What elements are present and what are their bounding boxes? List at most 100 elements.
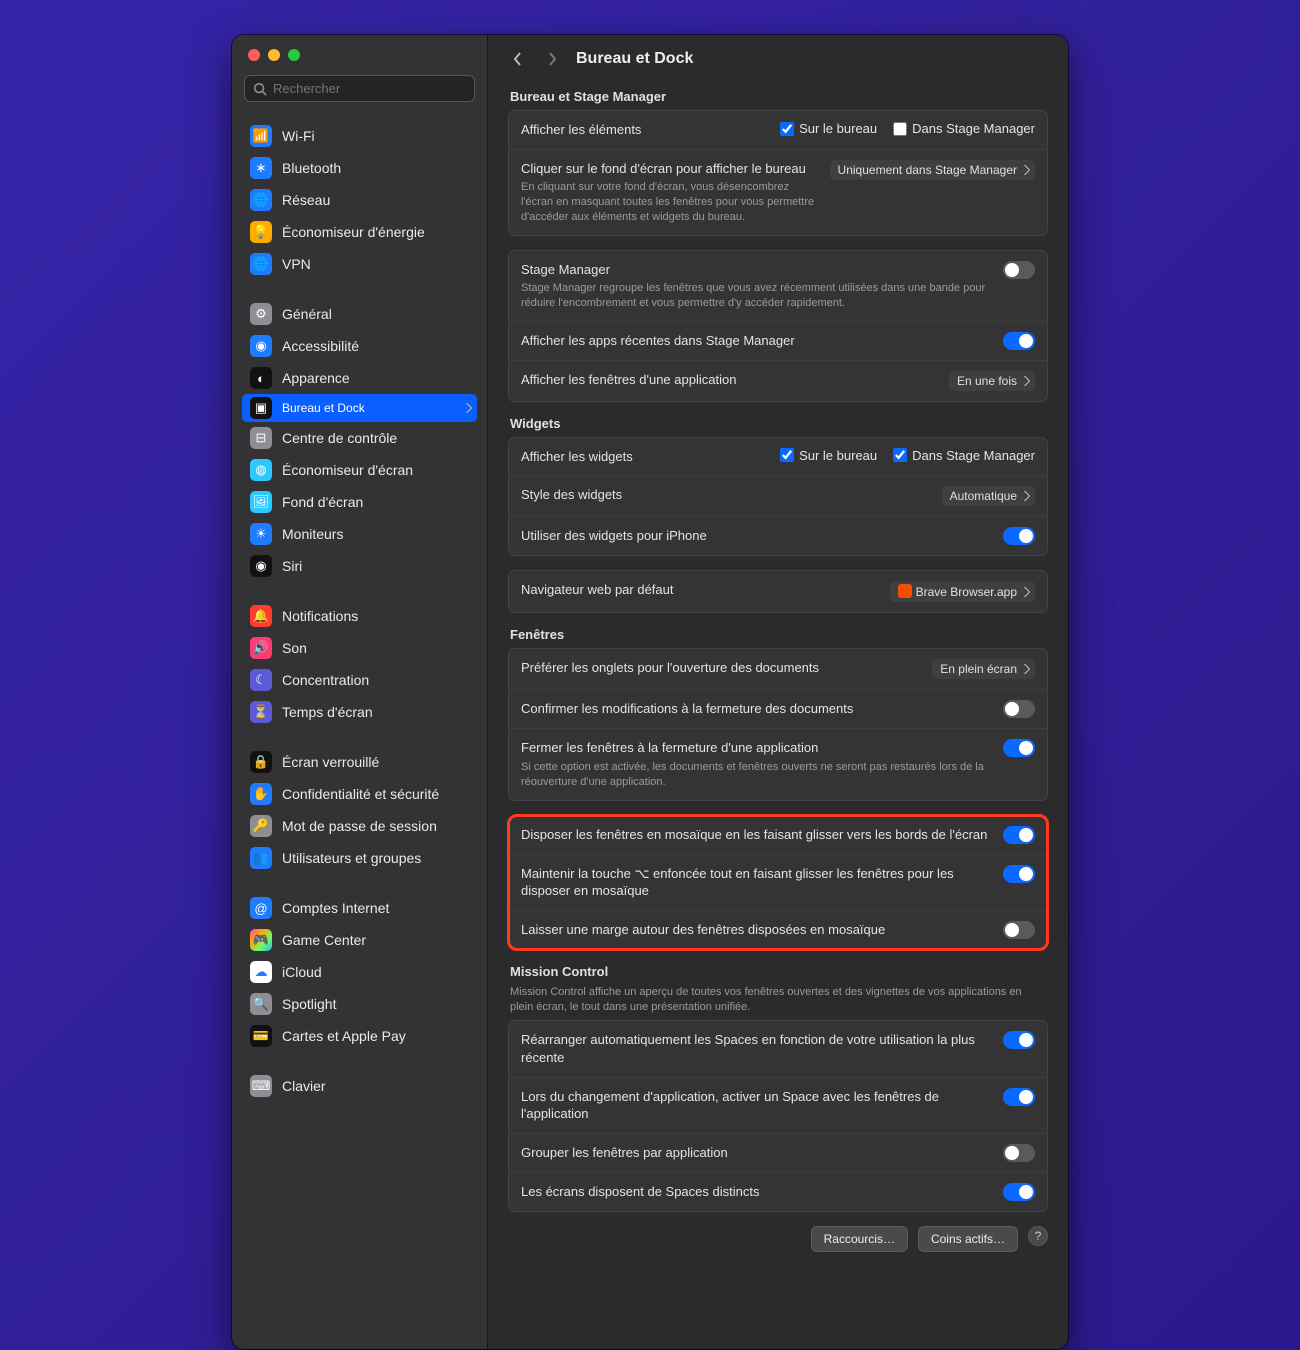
sidebar-item-cc[interactable]: ⊟ Centre de contrôle [242,422,477,454]
net-icon: 🌐 [250,189,272,211]
checkbox-widgets-stage-manager[interactable]: Dans Stage Manager [893,448,1035,463]
toggle-close-windows[interactable] [1003,739,1035,757]
sidebar-item-cloud[interactable]: ☁ iCloud [242,956,477,988]
sidebar-item-siri[interactable]: ◉ Siri [242,550,477,582]
sidebar-item-label: Accessibilité [282,338,359,354]
sidebar-item-time[interactable]: ⏳Temps d'écran [242,696,477,728]
sidebar-item-vpn[interactable]: 🌐 VPN [242,248,477,280]
cc-icon: ⊟ [250,427,272,449]
toggle-mc-rearrange[interactable] [1003,1031,1035,1049]
sidebar-item-users[interactable]: 👥Utilisateurs et groupes [242,842,477,874]
bt-icon: ∗ [250,157,272,179]
sidebar-item-appear[interactable]: ◐Apparence [242,362,477,394]
sidebar-item-label: Wi-Fi [282,128,315,144]
shortcuts-button[interactable]: Raccourcis… [811,1226,908,1252]
card-tiling-highlighted: Disposer les fenêtres en mosaïque en les… [508,815,1048,950]
sidebar-item-label: Centre de contrôle [282,430,397,446]
select-default-browser[interactable]: Brave Browser.app [890,581,1035,602]
section-header-windows: Fenêtres [510,627,1046,642]
select-click-wallpaper[interactable]: Uniquement dans Stage Manager [830,160,1035,180]
sidebar-item-focus[interactable]: ☾Concentration [242,664,477,696]
toggle-stage-manager[interactable] [1003,261,1035,279]
minimize-window-button[interactable] [268,49,280,61]
sidebar-item-bt[interactable]: ∗ Bluetooth [242,152,477,184]
close-window-button[interactable] [248,49,260,61]
forward-button[interactable] [542,49,562,69]
checkbox-widgets-desktop[interactable]: Sur le bureau [780,448,877,463]
sidebar-item-label: Bureau et Dock [282,401,365,415]
select-prefer-tabs[interactable]: En plein écran [932,659,1035,679]
toggle-confirm-close[interactable] [1003,700,1035,718]
sidebar-item-hand[interactable]: ✋Confidentialité et sécurité [242,778,477,810]
hot-corners-button[interactable]: Coins actifs… [918,1226,1018,1252]
sidebar-item-label: Siri [282,558,302,574]
select-sm-windows[interactable]: En une fois [949,371,1035,391]
sidebar-item-label: iCloud [282,964,322,980]
sidebar-item-acc[interactable]: ◉Accessibilité [242,330,477,362]
sidebar-item-gc[interactable]: 🎮Game Center [242,924,477,956]
toggle-tile-margin[interactable] [1003,921,1035,939]
label-sm-recent: Afficher les apps récentes dans Stage Ma… [521,332,993,350]
toggle-tile-drag[interactable] [1003,826,1035,844]
toggle-tile-option[interactable] [1003,865,1035,883]
sidebar-item-lock[interactable]: 🔒Écran verrouillé [242,746,477,778]
sidebar-item-sound[interactable]: 🔊Son [242,632,477,664]
page-title: Bureau et Dock [576,50,693,68]
toggle-mc-displays[interactable] [1003,1183,1035,1201]
sidebar-item-disp[interactable]: ☀Moniteurs [242,518,477,550]
sidebar-item-label: Bluetooth [282,160,341,176]
sidebar-item-gear[interactable]: ⚙Général [242,298,477,330]
sidebar-item-label: Fond d'écran [282,494,363,510]
label-sm-windows: Afficher les fenêtres d'une application [521,371,939,389]
sidebar-item-pay[interactable]: 💳Cartes et Apple Pay [242,1020,477,1052]
sidebar-item-key[interactable]: 🔑Mot de passe de session [242,810,477,842]
vpn-icon: 🌐 [250,253,272,275]
sidebar-item-dock[interactable]: ▣Bureau et Dock [242,394,477,422]
card-mission-control: Réarranger automatiquement les Spaces en… [508,1020,1048,1211]
settings-scroll[interactable]: Bureau et Stage Manager Afficher les élé… [488,77,1068,1349]
cloud-icon: ☁ [250,961,272,983]
sidebar-item-label: Mot de passe de session [282,818,437,834]
siri-icon: ◉ [250,555,272,577]
toggle-mc-switch[interactable] [1003,1088,1035,1106]
sidebar-item-label: Concentration [282,672,369,688]
toggle-widget-iphone[interactable] [1003,527,1035,545]
sidebar-item-spot[interactable]: 🔍Spotlight [242,988,477,1020]
sidebar-item-label: Réseau [282,192,330,208]
sidebar-item-bulb[interactable]: 💡Économiseur d'énergie [242,216,477,248]
sidebar-item-label: VPN [282,256,311,272]
label-tile-option: Maintenir la touche ⌥ enfoncée tout en f… [521,865,993,900]
sidebar-item-at[interactable]: @Comptes Internet [242,892,477,924]
checkbox-in-stage-manager[interactable]: Dans Stage Manager [893,121,1035,136]
help-button[interactable]: ? [1028,1226,1048,1246]
sidebar-item-label: Cartes et Apple Pay [282,1028,406,1044]
label-click-wallpaper: Cliquer sur le fond d'écran pour affiche… [521,161,806,176]
appear-icon: ◐ [250,367,272,389]
gc-icon: 🎮 [250,929,272,951]
label-confirm-close: Confirmer les modifications à la fermetu… [521,700,993,718]
sidebar-item-wall[interactable]: 🖼 Fond d'écran [242,486,477,518]
maximize-window-button[interactable] [288,49,300,61]
back-button[interactable] [508,49,528,69]
section-header-widgets: Widgets [510,416,1046,431]
sidebar-item-kb[interactable]: ⌨Clavier [242,1070,477,1102]
sidebar-item-label: Spotlight [282,996,336,1012]
sidebar-item-wifi[interactable]: 📶Wi-Fi [242,120,477,152]
sidebar-item-net[interactable]: 🌐 Réseau [242,184,477,216]
select-widget-style[interactable]: Automatique [942,486,1035,506]
sidebar-item-label: Confidentialité et sécurité [282,786,439,802]
sidebar-item-bell[interactable]: 🔔Notifications [242,600,477,632]
card-default-browser: Navigateur web par défaut Brave Browser.… [508,570,1048,613]
search-input[interactable] [273,81,466,96]
label-stage-manager: Stage Manager [521,262,610,277]
wall-icon: 🖼 [250,491,272,513]
toggle-sm-recent[interactable] [1003,332,1035,350]
checkbox-on-desktop[interactable]: Sur le bureau [780,121,877,136]
disp-icon: ☀ [250,523,272,545]
search-field[interactable] [244,75,475,102]
sidebar-item-ss[interactable]: ◍Économiseur d'écran [242,454,477,486]
label-mc-group: Grouper les fenêtres par application [521,1144,993,1162]
desc-mission-control: Mission Control affiche un aperçu de tou… [510,985,1028,1015]
label-widget-style: Style des widgets [521,486,932,504]
toggle-mc-group[interactable] [1003,1144,1035,1162]
